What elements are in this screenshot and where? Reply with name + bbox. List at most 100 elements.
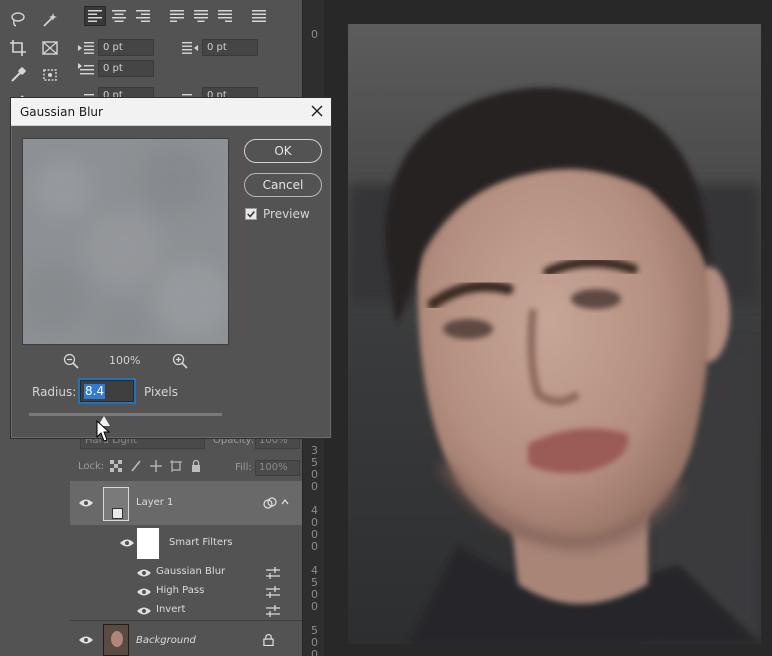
fill-label: Fill: bbox=[235, 462, 252, 473]
ruler-mark: 5 bbox=[311, 624, 318, 637]
ruler-mark: 0 bbox=[311, 528, 318, 541]
visibility-eye-icon[interactable] bbox=[120, 538, 134, 548]
visibility-eye-icon[interactable] bbox=[137, 568, 151, 578]
background-thumbnail bbox=[103, 624, 129, 656]
ruler-mark: 0 bbox=[311, 648, 318, 656]
layer-name[interactable]: Layer 1 bbox=[136, 497, 173, 508]
indent-right-row: 0 pt bbox=[182, 39, 258, 56]
indent-left-input[interactable]: 0 pt bbox=[98, 39, 154, 56]
radius-value: 8.4 bbox=[84, 384, 106, 399]
filter-row-gaussian-blur[interactable]: Gaussian Blur bbox=[70, 563, 302, 582]
photoshop-window: 0 pt 0 pt 0 pt 0 pt 0 pt Hard Light Opac… bbox=[0, 0, 772, 656]
lasso-tool-icon[interactable] bbox=[6, 8, 30, 32]
ruler-mark: 4 bbox=[311, 564, 318, 577]
paragraph-panel: 0 pt 0 pt 0 pt 0 pt 0 pt bbox=[70, 0, 302, 110]
filter-options-icon[interactable] bbox=[266, 605, 280, 617]
justify-last-right-button[interactable] bbox=[214, 6, 236, 26]
smart-filters-row[interactable]: Smart Filters bbox=[70, 525, 302, 561]
justify-last-center-button[interactable] bbox=[190, 6, 212, 26]
lock-paint-icon[interactable] bbox=[130, 460, 142, 472]
filter-row-high-pass[interactable]: High Pass bbox=[70, 582, 302, 601]
visibility-eye-icon[interactable] bbox=[137, 587, 151, 597]
indent-right-icon bbox=[182, 41, 198, 54]
frame-tool-icon[interactable] bbox=[38, 36, 62, 60]
first-line-indent-icon bbox=[78, 62, 94, 74]
cancel-button[interactable]: Cancel bbox=[244, 173, 322, 197]
lock-artboard-icon[interactable] bbox=[170, 460, 182, 472]
lock-move-icon[interactable] bbox=[150, 460, 162, 472]
filter-name[interactable]: Gaussian Blur bbox=[156, 566, 225, 577]
dialog-titlebar[interactable]: Gaussian Blur bbox=[11, 98, 331, 126]
visibility-eye-icon[interactable] bbox=[79, 635, 93, 645]
patch-tool-icon[interactable] bbox=[38, 63, 62, 87]
smart-object-link-icon bbox=[263, 497, 277, 509]
ruler-mark: 0 bbox=[311, 588, 318, 601]
lock-icons bbox=[110, 460, 202, 472]
zoom-out-icon[interactable] bbox=[63, 353, 79, 369]
ruler-mark: 0 bbox=[311, 28, 318, 41]
layer-row-background[interactable]: Background bbox=[70, 620, 302, 656]
close-icon[interactable] bbox=[309, 103, 325, 119]
eyedropper-tool-icon[interactable] bbox=[6, 63, 30, 87]
ruler-mark: 5 bbox=[311, 456, 318, 469]
layer-lock-icon bbox=[263, 634, 274, 646]
ruler-mark: 5 bbox=[311, 576, 318, 589]
align-right-button[interactable] bbox=[132, 6, 154, 26]
collapse-chevron-icon[interactable] bbox=[281, 498, 289, 506]
filter-options-icon[interactable] bbox=[266, 567, 280, 579]
visibility-eye-icon[interactable] bbox=[137, 606, 151, 616]
ruler-mark: 0 bbox=[311, 468, 318, 481]
filter-preview[interactable] bbox=[22, 138, 229, 345]
align-left-button[interactable] bbox=[84, 6, 106, 26]
checkmark-icon bbox=[247, 211, 255, 218]
layers-panel: Hard Light Opacity: 100% Lock: Fill: 100… bbox=[70, 425, 302, 656]
align-center-button[interactable] bbox=[108, 6, 130, 26]
portrait-photo bbox=[348, 24, 761, 644]
lock-transparent-icon[interactable] bbox=[110, 460, 122, 472]
layer-row-layer-1[interactable]: Layer 1 bbox=[70, 481, 302, 525]
ruler-mark: 0 bbox=[311, 516, 318, 529]
magic-wand-tool-icon[interactable] bbox=[38, 8, 62, 32]
ruler-mark: 0 bbox=[311, 600, 318, 613]
layer-thumbnail bbox=[103, 487, 129, 521]
ok-button[interactable]: OK bbox=[244, 139, 322, 163]
filter-name[interactable]: Invert bbox=[156, 604, 185, 615]
ruler-mark: 0 bbox=[311, 540, 318, 553]
ruler-mark: 3 bbox=[311, 444, 318, 457]
lock-label: Lock: bbox=[78, 461, 105, 472]
smart-filters-label: Smart Filters bbox=[169, 537, 233, 548]
indent-right-input[interactable]: 0 pt bbox=[202, 39, 258, 56]
preview-checkbox[interactable] bbox=[245, 208, 257, 220]
zoom-level: 100% bbox=[109, 354, 141, 367]
filter-mask-thumbnail bbox=[137, 528, 159, 559]
ruler-mark: 0 bbox=[311, 480, 318, 493]
indent-left-icon bbox=[78, 41, 94, 54]
radius-label: Radius: bbox=[32, 385, 77, 399]
visibility-eye-icon[interactable] bbox=[79, 498, 93, 508]
ruler-mark: 4 bbox=[311, 504, 318, 517]
first-line-input[interactable]: 0 pt bbox=[98, 60, 154, 77]
justify-all-button[interactable] bbox=[248, 6, 270, 26]
dialog-title: Gaussian Blur bbox=[20, 105, 103, 119]
lock-all-icon[interactable] bbox=[190, 460, 202, 472]
first-line-row: 0 pt bbox=[78, 60, 154, 77]
radius-input[interactable]: 8.4 bbox=[80, 380, 134, 402]
radius-units-label: Pixels bbox=[144, 385, 179, 399]
blurred-portrait-image bbox=[348, 24, 761, 644]
filter-name[interactable]: High Pass bbox=[156, 585, 204, 596]
mouse-cursor-icon bbox=[96, 420, 110, 442]
ruler-mark: 0 bbox=[311, 636, 318, 649]
gaussian-blur-dialog: Gaussian Blur 100% Radius: 8.4 Pixels OK… bbox=[10, 97, 332, 439]
zoom-in-icon[interactable] bbox=[172, 353, 188, 369]
layer-name[interactable]: Background bbox=[136, 635, 196, 646]
justify-last-left-button[interactable] bbox=[166, 6, 188, 26]
fill-field[interactable]: 100% bbox=[255, 460, 300, 476]
smart-object-badge-icon bbox=[112, 508, 123, 519]
crop-tool-icon[interactable] bbox=[6, 36, 30, 60]
indent-left-row: 0 pt bbox=[78, 39, 154, 56]
preview-label[interactable]: Preview bbox=[263, 207, 310, 221]
document-canvas[interactable] bbox=[324, 0, 772, 656]
radius-slider-track[interactable] bbox=[29, 413, 222, 416]
filter-row-invert[interactable]: Invert bbox=[70, 601, 302, 620]
filter-options-icon[interactable] bbox=[266, 586, 280, 598]
